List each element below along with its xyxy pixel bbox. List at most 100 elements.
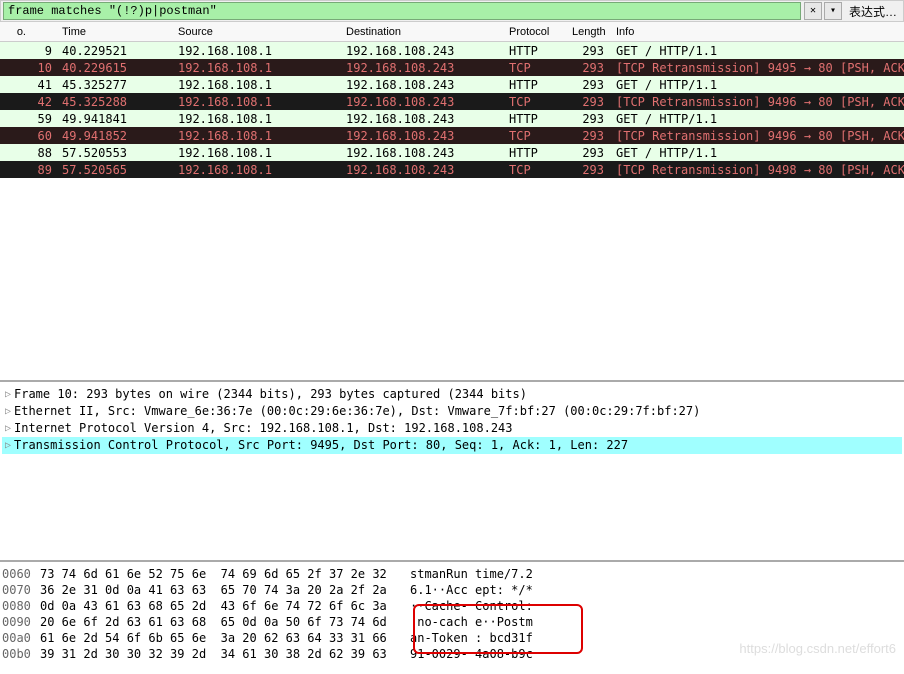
cell-time: 57.520553 bbox=[58, 144, 174, 162]
packet-row[interactable]: 8857.520553192.168.108.1192.168.108.243H… bbox=[0, 144, 904, 161]
cell-source: 192.168.108.1 bbox=[174, 161, 342, 179]
packet-row[interactable]: 4245.325288192.168.108.1192.168.108.243T… bbox=[0, 93, 904, 110]
cell-no: 88 bbox=[30, 144, 58, 162]
cell-length: 293 bbox=[568, 59, 612, 77]
cell-protocol: TCP bbox=[505, 59, 568, 77]
detail-text: Frame 10: 293 bytes on wire (2344 bits),… bbox=[14, 386, 527, 403]
cell-length: 293 bbox=[568, 127, 612, 145]
cell-time: 49.941841 bbox=[58, 110, 174, 128]
cell-info: GET / HTTP/1.1 bbox=[612, 144, 904, 162]
byte-ascii: an-Token : bcd31f bbox=[400, 630, 533, 646]
byte-offset: 0090 bbox=[2, 614, 40, 630]
cell-protocol: TCP bbox=[505, 161, 568, 179]
cell-length: 293 bbox=[568, 161, 612, 179]
expand-icon[interactable]: ▷ bbox=[2, 386, 14, 403]
cell-no: 42 bbox=[30, 93, 58, 111]
col-header-length[interactable]: Length bbox=[568, 24, 612, 40]
cell-source: 192.168.108.1 bbox=[174, 144, 342, 162]
cell-info: GET / HTTP/1.1 bbox=[612, 76, 904, 94]
byte-ascii: no-cach e··Postm bbox=[400, 614, 533, 630]
cell-destination: 192.168.108.243 bbox=[342, 110, 505, 128]
cell-info: [TCP Retransmission] 9495 → 80 [PSH, ACK bbox=[612, 59, 904, 77]
detail-text: Internet Protocol Version 4, Src: 192.16… bbox=[14, 420, 513, 437]
col-header-destination[interactable]: Destination bbox=[342, 24, 505, 40]
cell-length: 293 bbox=[568, 93, 612, 111]
packet-row[interactable]: 1040.229615192.168.108.1192.168.108.243T… bbox=[0, 59, 904, 76]
filter-input[interactable] bbox=[3, 2, 801, 20]
display-filter-bar: ✕ ▾ 表达式… bbox=[0, 0, 904, 22]
cell-length: 293 bbox=[568, 110, 612, 128]
packet-list-header: o. Time Source Destination Protocol Leng… bbox=[0, 22, 904, 42]
cell-protocol: TCP bbox=[505, 93, 568, 111]
expand-icon[interactable]: ▷ bbox=[2, 403, 14, 420]
cell-protocol: HTTP bbox=[505, 110, 568, 128]
byte-row[interactable]: 00a061 6e 2d 54 6f 6b 65 6e 3a 20 62 63 … bbox=[2, 630, 902, 646]
cell-protocol: HTTP bbox=[505, 144, 568, 162]
packet-row[interactable]: 8957.520565192.168.108.1192.168.108.243T… bbox=[0, 161, 904, 178]
expression-label[interactable]: 表达式… bbox=[843, 3, 903, 20]
byte-row[interactable]: 00800d 0a 43 61 63 68 65 2d 43 6f 6e 74 … bbox=[2, 598, 902, 614]
byte-offset: 0060 bbox=[2, 566, 40, 582]
byte-ascii: 91-0029- 4a08-b9c bbox=[400, 646, 533, 662]
cell-no: 9 bbox=[30, 42, 58, 60]
col-header-time[interactable]: Time bbox=[58, 24, 174, 40]
detail-line[interactable]: ▷Frame 10: 293 bytes on wire (2344 bits)… bbox=[2, 386, 902, 403]
cell-time: 45.325277 bbox=[58, 76, 174, 94]
filter-dropdown-button[interactable]: ▾ bbox=[824, 2, 842, 20]
packet-row[interactable]: 940.229521192.168.108.1192.168.108.243HT… bbox=[0, 42, 904, 59]
cell-info: [TCP Retransmission] 9498 → 80 [PSH, ACK bbox=[612, 161, 904, 179]
byte-row[interactable]: 00b039 31 2d 30 30 32 39 2d 34 61 30 38 … bbox=[2, 646, 902, 662]
col-header-source[interactable]: Source bbox=[174, 24, 342, 40]
byte-offset: 0070 bbox=[2, 582, 40, 598]
packet-row[interactable]: 4145.325277192.168.108.1192.168.108.243H… bbox=[0, 76, 904, 93]
cell-no: 10 bbox=[30, 59, 58, 77]
packet-bytes-pane: 006073 74 6d 61 6e 52 75 6e 74 69 6d 65 … bbox=[0, 562, 904, 666]
cell-info: [TCP Retransmission] 9496 → 80 [PSH, ACK bbox=[612, 93, 904, 111]
byte-offset: 0080 bbox=[2, 598, 40, 614]
byte-hex: 0d 0a 43 61 63 68 65 2d 43 6f 6e 74 72 6… bbox=[40, 598, 400, 614]
detail-line[interactable]: ▷Internet Protocol Version 4, Src: 192.1… bbox=[2, 420, 902, 437]
cell-destination: 192.168.108.243 bbox=[342, 59, 505, 77]
byte-ascii: ··Cache- Control: bbox=[400, 598, 533, 614]
col-header-no[interactable]: o. bbox=[0, 24, 30, 40]
cell-time: 45.325288 bbox=[58, 93, 174, 111]
cell-destination: 192.168.108.243 bbox=[342, 93, 505, 111]
cell-destination: 192.168.108.243 bbox=[342, 42, 505, 60]
cell-source: 192.168.108.1 bbox=[174, 59, 342, 77]
detail-line[interactable]: ▷Ethernet II, Src: Vmware_6e:36:7e (00:0… bbox=[2, 403, 902, 420]
cell-length: 293 bbox=[568, 42, 612, 60]
clear-filter-button[interactable]: ✕ bbox=[804, 2, 822, 20]
cell-destination: 192.168.108.243 bbox=[342, 127, 505, 145]
expand-icon[interactable]: ▷ bbox=[2, 420, 14, 437]
cell-length: 293 bbox=[568, 76, 612, 94]
byte-row[interactable]: 009020 6e 6f 2d 63 61 63 68 65 0d 0a 50 … bbox=[2, 614, 902, 630]
byte-row[interactable]: 006073 74 6d 61 6e 52 75 6e 74 69 6d 65 … bbox=[2, 566, 902, 582]
cell-destination: 192.168.108.243 bbox=[342, 161, 505, 179]
cell-time: 40.229521 bbox=[58, 42, 174, 60]
byte-ascii: 6.1··Acc ept: */* bbox=[400, 582, 533, 598]
cell-info: GET / HTTP/1.1 bbox=[612, 42, 904, 60]
byte-offset: 00a0 bbox=[2, 630, 40, 646]
byte-hex: 73 74 6d 61 6e 52 75 6e 74 69 6d 65 2f 3… bbox=[40, 566, 400, 582]
byte-offset: 00b0 bbox=[2, 646, 40, 662]
cell-source: 192.168.108.1 bbox=[174, 127, 342, 145]
cell-source: 192.168.108.1 bbox=[174, 110, 342, 128]
cell-length: 293 bbox=[568, 144, 612, 162]
byte-hex: 39 31 2d 30 30 32 39 2d 34 61 30 38 2d 6… bbox=[40, 646, 400, 662]
cell-time: 49.941852 bbox=[58, 127, 174, 145]
cell-destination: 192.168.108.243 bbox=[342, 144, 505, 162]
col-header-info[interactable]: Info bbox=[612, 24, 904, 40]
byte-row[interactable]: 007036 2e 31 0d 0a 41 63 63 65 70 74 3a … bbox=[2, 582, 902, 598]
cell-protocol: HTTP bbox=[505, 76, 568, 94]
col-header-protocol[interactable]: Protocol bbox=[505, 24, 568, 40]
expand-icon[interactable]: ▷ bbox=[2, 437, 14, 454]
cell-no: 41 bbox=[30, 76, 58, 94]
cell-protocol: TCP bbox=[505, 127, 568, 145]
packet-row[interactable]: 6049.941852192.168.108.1192.168.108.243T… bbox=[0, 127, 904, 144]
detail-line[interactable]: ▷Transmission Control Protocol, Src Port… bbox=[2, 437, 902, 454]
byte-hex: 61 6e 2d 54 6f 6b 65 6e 3a 20 62 63 64 3… bbox=[40, 630, 400, 646]
cell-source: 192.168.108.1 bbox=[174, 93, 342, 111]
cell-protocol: HTTP bbox=[505, 42, 568, 60]
cell-info: GET / HTTP/1.1 bbox=[612, 110, 904, 128]
packet-row[interactable]: 5949.941841192.168.108.1192.168.108.243H… bbox=[0, 110, 904, 127]
